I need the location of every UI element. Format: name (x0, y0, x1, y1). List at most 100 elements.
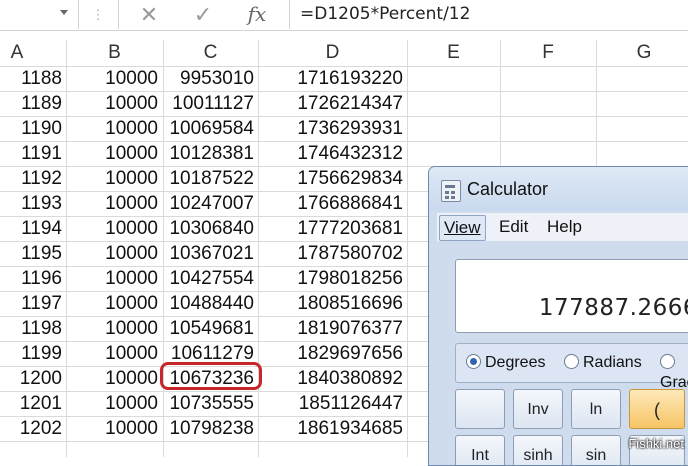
grip-icon[interactable]: ⋮ (88, 6, 108, 24)
cell-c[interactable]: 10069584 (163, 116, 254, 141)
sinh-button[interactable]: sinh (513, 435, 563, 465)
cell-b[interactable]: 10000 (66, 341, 158, 366)
column-header-f[interactable]: F (500, 40, 596, 66)
calculator-display: 177887.2666 (455, 259, 688, 333)
menu-view[interactable]: View (439, 215, 486, 241)
cell-c[interactable]: 10367021 (163, 241, 254, 266)
radio-degrees[interactable]: Degrees (466, 353, 545, 373)
cell-b[interactable]: 10000 (66, 191, 158, 216)
cell-d[interactable]: 1808516696 (258, 291, 403, 316)
cell-c[interactable]: 10247007 (163, 191, 254, 216)
cell-d[interactable]: 1766886841 (258, 191, 403, 216)
menu-view-label: View (444, 218, 481, 237)
cell-a[interactable]: 1196 (0, 266, 62, 291)
cell-a[interactable]: 1193 (0, 191, 62, 216)
name-box[interactable] (0, 0, 79, 29)
cell-a[interactable]: 1190 (0, 116, 62, 141)
column-header-c[interactable]: C (163, 40, 258, 66)
cell-c[interactable]: 10011127 (163, 91, 254, 116)
cell-d[interactable]: 1798018256 (258, 266, 403, 291)
cell-d[interactable]: 1787580702 (258, 241, 403, 266)
cell-d[interactable]: 1819076377 (258, 316, 403, 341)
radio-degrees-label: Degrees (485, 354, 546, 371)
sin-button[interactable]: sin (571, 435, 621, 465)
cell-b[interactable]: 10000 (66, 91, 158, 116)
column-headers: A B C D E F G (0, 40, 688, 66)
cell-b[interactable]: 10000 (66, 266, 158, 291)
formula-input[interactable]: =D1205*Percent/12 (300, 0, 470, 29)
cell-b[interactable]: 10000 (66, 291, 158, 316)
table-row: 1194 10000 10306840 1777203681 (0, 216, 430, 241)
cell-c[interactable]: 9953010 (163, 66, 254, 91)
radio-selected-icon (466, 354, 481, 369)
cell-c[interactable]: 10488440 (163, 291, 254, 316)
cell-c[interactable]: 10798238 (163, 416, 254, 441)
menu-edit-label: Edit (499, 217, 529, 236)
cell-c[interactable]: 10735555 (163, 391, 254, 416)
radio-icon (564, 354, 579, 369)
cell-b[interactable]: 10000 (66, 166, 158, 191)
cell-b[interactable]: 10000 (66, 116, 158, 141)
menu-help[interactable]: Help (543, 215, 586, 239)
cell-b[interactable]: 10000 (66, 366, 158, 391)
cell-d[interactable]: 1726214347 (258, 91, 403, 116)
cell-a[interactable]: 1198 (0, 316, 62, 341)
cell-d[interactable]: 1861934685 (258, 416, 403, 441)
cell-d[interactable]: 1840380892 (258, 366, 403, 391)
table-row: 1190 10000 10069584 1736293931 (0, 116, 430, 141)
column-header-g[interactable]: G (596, 40, 688, 66)
inv-button[interactable]: Inv (513, 389, 563, 429)
table-row: 1196 10000 10427554 1798018256 (0, 266, 430, 291)
ln-button[interactable]: ln (571, 389, 621, 429)
cell-b[interactable]: 10000 (66, 316, 158, 341)
cell-b[interactable]: 10000 (66, 416, 158, 441)
calculator-window[interactable]: Calculator View Edit Help 177887.2666 De… (428, 166, 688, 466)
radio-grads[interactable]: Grads (660, 353, 688, 391)
cell-d[interactable]: 1756629834 (258, 166, 403, 191)
table-row: 1198 10000 10549681 1819076377 (0, 316, 430, 341)
open-paren-button[interactable]: ( (629, 389, 685, 429)
cell-b[interactable]: 10000 (66, 141, 158, 166)
menu-edit[interactable]: Edit (495, 215, 532, 239)
radio-radians[interactable]: Radians (564, 353, 642, 373)
cell-b[interactable]: 10000 (66, 391, 158, 416)
chevron-down-icon[interactable] (60, 10, 68, 15)
title-bar[interactable]: Calculator (429, 167, 688, 211)
cell-a[interactable]: 1199 (0, 341, 62, 366)
cell-a[interactable]: 1197 (0, 291, 62, 316)
column-header-b[interactable]: B (66, 40, 163, 66)
cell-a[interactable]: 1191 (0, 141, 62, 166)
cell-a[interactable]: 1201 (0, 391, 62, 416)
table-row: 1191 10000 10128381 1746432312 (0, 141, 430, 166)
cell-d[interactable]: 1746432312 (258, 141, 403, 166)
cell-b[interactable]: 10000 (66, 241, 158, 266)
column-header-d[interactable]: D (258, 40, 407, 66)
display-value: 177887.2666 (538, 295, 688, 321)
cell-a[interactable]: 1194 (0, 216, 62, 241)
cell-d[interactable]: 1777203681 (258, 216, 403, 241)
cell-a[interactable]: 1195 (0, 241, 62, 266)
cell-a[interactable]: 1192 (0, 166, 62, 191)
cell-d[interactable]: 1829697656 (258, 341, 403, 366)
cell-a[interactable]: 1200 (0, 366, 62, 391)
blank-button[interactable] (455, 389, 505, 429)
cell-c[interactable]: 10549681 (163, 316, 254, 341)
column-header-e[interactable]: E (407, 40, 500, 66)
cell-d[interactable]: 1851126447 (258, 391, 403, 416)
cell-c[interactable]: 10128381 (163, 141, 254, 166)
cell-d[interactable]: 1716193220 (258, 66, 403, 91)
cell-a[interactable]: 1189 (0, 91, 62, 116)
cell-b[interactable]: 10000 (66, 66, 158, 91)
insert-function-icon[interactable]: fx (237, 0, 277, 29)
cell-d[interactable]: 1736293931 (258, 116, 403, 141)
cell-a[interactable]: 1202 (0, 416, 62, 441)
cell-c[interactable]: 10306840 (163, 216, 254, 241)
cell-c[interactable]: 10427554 (163, 266, 254, 291)
cell-c[interactable]: 10187522 (163, 166, 254, 191)
enter-icon[interactable]: ✓ (185, 0, 221, 29)
int-button[interactable]: Int (455, 435, 505, 465)
column-header-a[interactable]: A (0, 40, 34, 66)
cell-b[interactable]: 10000 (66, 216, 158, 241)
cancel-icon[interactable]: ✕ (131, 0, 167, 29)
cell-a[interactable]: 1188 (0, 66, 62, 91)
